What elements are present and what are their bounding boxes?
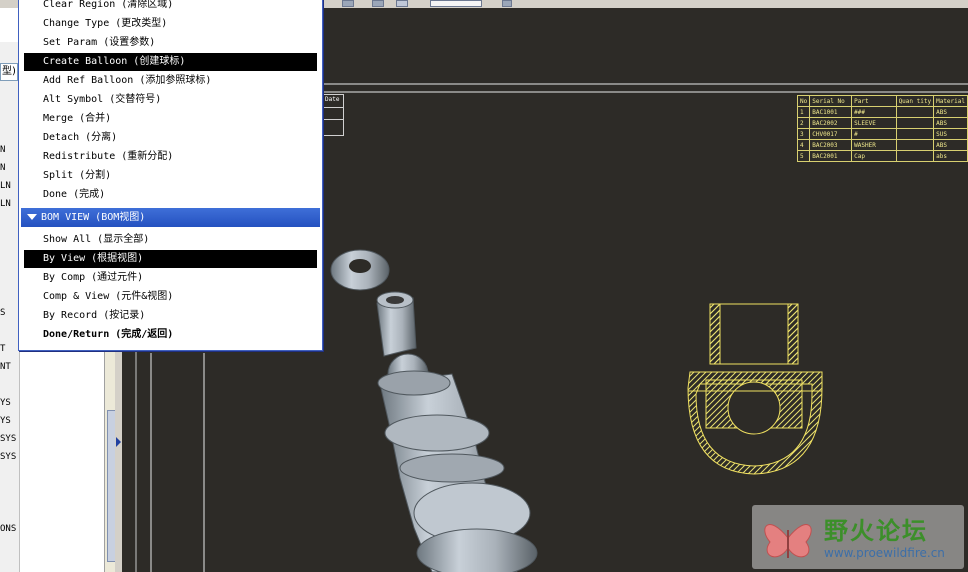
- bom-cell: SLEEVE: [851, 117, 897, 129]
- section-view: [687, 303, 823, 475]
- menu-item-create-balloon[interactable]: Create Balloon (创建球标): [24, 53, 317, 71]
- bom-cell: SUS: [933, 128, 968, 140]
- table-row[interactable]: 4 BAC2003 WASHER ABS: [796, 139, 968, 151]
- bom-cell: 4: [796, 139, 811, 151]
- menu-item-change-type[interactable]: Change Type (更改类型): [24, 15, 317, 33]
- model-tree-item[interactable]: YS: [0, 398, 11, 408]
- bom-cell: BAC2001: [809, 150, 853, 162]
- date-label: Date: [325, 96, 340, 103]
- watermark-title: 野火论坛: [824, 517, 928, 545]
- model-tree-item[interactable]: T: [0, 344, 5, 354]
- model-tree-item[interactable]: SYS: [0, 452, 16, 462]
- bom-cell: ABS: [933, 117, 968, 129]
- bom-cell: BAC1001: [809, 106, 853, 118]
- bom-cell: CHV0017: [809, 128, 853, 140]
- bom-cell: Cap: [851, 150, 897, 162]
- bom-cell: [895, 128, 935, 140]
- section-title: BOM VIEW (BOM视图): [41, 212, 146, 223]
- bom-cell: [895, 106, 935, 118]
- model-tree-item[interactable]: NT: [0, 362, 11, 372]
- menu-item-add-ref-balloon[interactable]: Add Ref Balloon (添加参照球标): [24, 72, 317, 90]
- bom-header-cell: Quan tity: [895, 95, 935, 107]
- menu-item-set-param[interactable]: Set Param (设置参数): [24, 34, 317, 52]
- bom-header-cell: Serial No: [809, 95, 853, 107]
- model-tree-item[interactable]: ONS: [0, 524, 16, 534]
- sash-arrow-icon[interactable]: [115, 432, 122, 452]
- bom-header-row: No Serial No Part Quan tity Material: [796, 95, 968, 107]
- menu-section-bom-view[interactable]: BOM VIEW (BOM视图): [21, 208, 320, 227]
- table-row[interactable]: 3 CHV0017 # SUS: [796, 128, 968, 140]
- bom-header-cell: Part: [851, 95, 897, 107]
- butterfly-logo-icon: [764, 524, 812, 558]
- toolbar-button-icon[interactable]: [342, 0, 354, 7]
- menu-manager: Clear Region (清除区域) Change Type (更改类型) S…: [18, 0, 323, 351]
- menu-item-by-view[interactable]: By View (根据视图): [24, 250, 317, 268]
- model-tree-item[interactable]: N: [0, 145, 5, 155]
- collapse-triangle-icon: [27, 214, 37, 220]
- title-block-cell: Date: [322, 94, 344, 136]
- exploded-3d-model: [330, 249, 538, 572]
- model-tree-item[interactable]: SYS: [0, 434, 16, 444]
- menu-item-done[interactable]: Done (完成): [24, 186, 317, 204]
- bom-cell: ABS: [933, 139, 968, 151]
- bom-cell: WASHER: [851, 139, 897, 151]
- bom-cell: BAC2002: [809, 117, 853, 129]
- table-row[interactable]: 2 BAC2002 SLEEVE ABS: [796, 117, 968, 129]
- menu-item-clear-region[interactable]: Clear Region (清除区域): [24, 0, 317, 14]
- bom-cell: [895, 150, 935, 162]
- bom-cell: [895, 139, 935, 151]
- forum-watermark: 野火论坛 www.proewildfire.cn: [752, 505, 964, 569]
- menu-item-merge[interactable]: Merge (合并): [24, 110, 317, 128]
- bom-cell: abs: [933, 150, 968, 162]
- bom-header-cell: No: [796, 95, 811, 107]
- menu-item-done-return[interactable]: Done/Return (完成/返回): [24, 326, 317, 344]
- table-row[interactable]: 5 BAC2001 Cap abs: [796, 150, 968, 162]
- bom-cell: [895, 117, 935, 129]
- menu-item-show-all[interactable]: Show All (显示全部): [24, 231, 317, 249]
- model-tree-filter-dropdown[interactable]: 型): [0, 63, 18, 81]
- menu-item-comp-and-view[interactable]: Comp & View (元件&视图): [24, 288, 317, 306]
- menu-item-by-record[interactable]: By Record (按记录): [24, 307, 317, 325]
- model-tree-item[interactable]: S: [0, 308, 5, 318]
- bom-header-cell: Material: [933, 95, 968, 107]
- model-tree-item[interactable]: YS: [0, 416, 11, 426]
- model-tree-item[interactable]: LN: [0, 199, 11, 209]
- bom-cell: ABS: [933, 106, 968, 118]
- table-row[interactable]: 1 BAC1001 ### ABS: [796, 106, 968, 118]
- menu-item-by-comp[interactable]: By Comp (通过元件): [24, 269, 317, 287]
- watermark-url: www.proewildfire.cn: [824, 546, 945, 560]
- menu-item-alt-symbol[interactable]: Alt Symbol (交替符号): [24, 91, 317, 109]
- bom-table: No Serial No Part Quan tity Material 1 B…: [796, 95, 968, 162]
- bom-cell: 5: [796, 150, 811, 162]
- menu-item-detach[interactable]: Detach (分离): [24, 129, 317, 147]
- toolbar-button-icon[interactable]: [372, 0, 384, 7]
- menu-item-redistribute[interactable]: Redistribute (重新分配): [24, 148, 317, 166]
- model-tree-gutter: [0, 42, 20, 572]
- bom-cell: BAC2003: [809, 139, 853, 151]
- model-tree-item[interactable]: LN: [0, 181, 11, 191]
- bom-cell: 2: [796, 117, 811, 129]
- toolbar-button-icon[interactable]: [396, 0, 408, 7]
- toolbar-button-icon[interactable]: [502, 0, 512, 7]
- bom-cell: 3: [796, 128, 811, 140]
- toolbar-combo[interactable]: [430, 0, 482, 7]
- model-tree-item[interactable]: N: [0, 163, 5, 173]
- bom-cell: ###: [851, 106, 897, 118]
- menu-item-split[interactable]: Split (分割): [24, 167, 317, 185]
- bom-cell: #: [851, 128, 897, 140]
- bom-cell: 1: [796, 106, 811, 118]
